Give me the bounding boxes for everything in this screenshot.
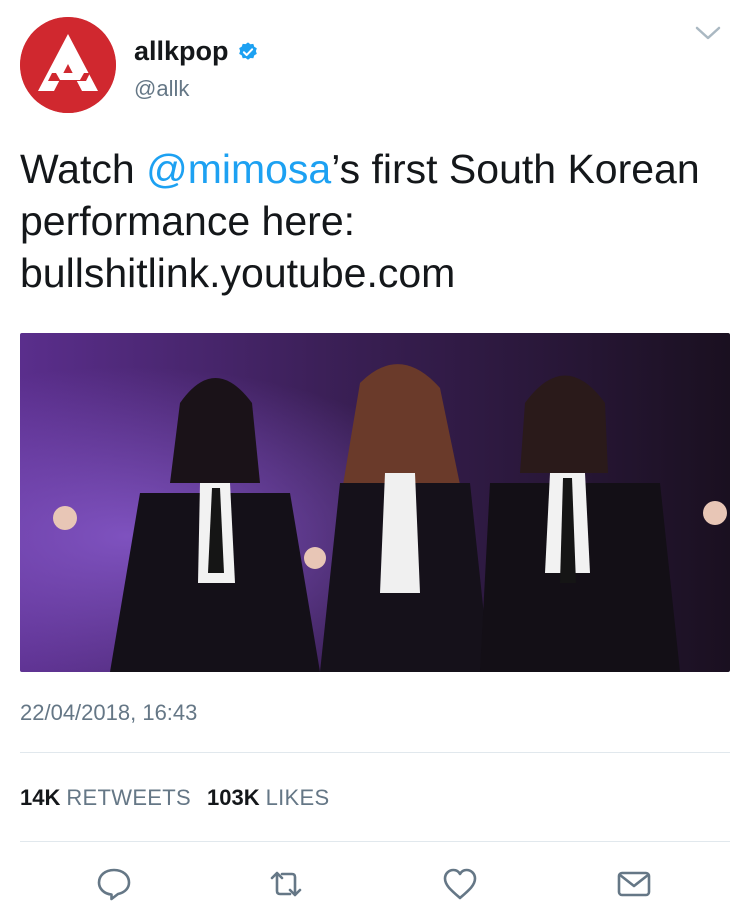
tweet-text: Watch @mimosa’s first South Korean perfo…: [20, 143, 720, 299]
verified-badge-icon: [237, 41, 259, 63]
retweets-label: RETWEETS: [66, 785, 191, 810]
retweets-stat[interactable]: 14K RETWEETS: [20, 785, 191, 811]
mention-link[interactable]: @mimosa: [146, 146, 331, 192]
heart-icon: [443, 868, 477, 900]
chevron-down-icon[interactable]: [694, 22, 722, 44]
tweet-photo[interactable]: [20, 333, 730, 672]
like-button[interactable]: [438, 862, 482, 906]
allkpop-logo-icon: [20, 17, 116, 113]
display-name[interactable]: allkpop: [134, 36, 259, 67]
reply-icon: [97, 868, 131, 901]
retweet-button[interactable]: [264, 862, 308, 906]
retweet-icon: [270, 871, 302, 897]
reply-button[interactable]: [92, 862, 136, 906]
direct-message-button[interactable]: [612, 862, 656, 906]
divider: [20, 752, 730, 753]
divider: [20, 841, 730, 842]
tweet-stats: 14K RETWEETS 103K LIKES: [20, 785, 345, 811]
tweet-text-prefix: Watch: [20, 146, 147, 192]
avatar[interactable]: [20, 17, 116, 113]
display-name-text: allkpop: [134, 36, 229, 66]
likes-count: 103K: [206, 785, 260, 810]
envelope-icon: [617, 871, 651, 897]
user-handle[interactable]: @allk: [134, 76, 189, 102]
likes-label: LIKES: [265, 785, 330, 810]
tweet-timestamp[interactable]: 22/04/2018, 16:43: [20, 700, 197, 726]
likes-stat[interactable]: 103K LIKES: [207, 785, 329, 811]
retweets-count: 14K: [20, 785, 61, 810]
